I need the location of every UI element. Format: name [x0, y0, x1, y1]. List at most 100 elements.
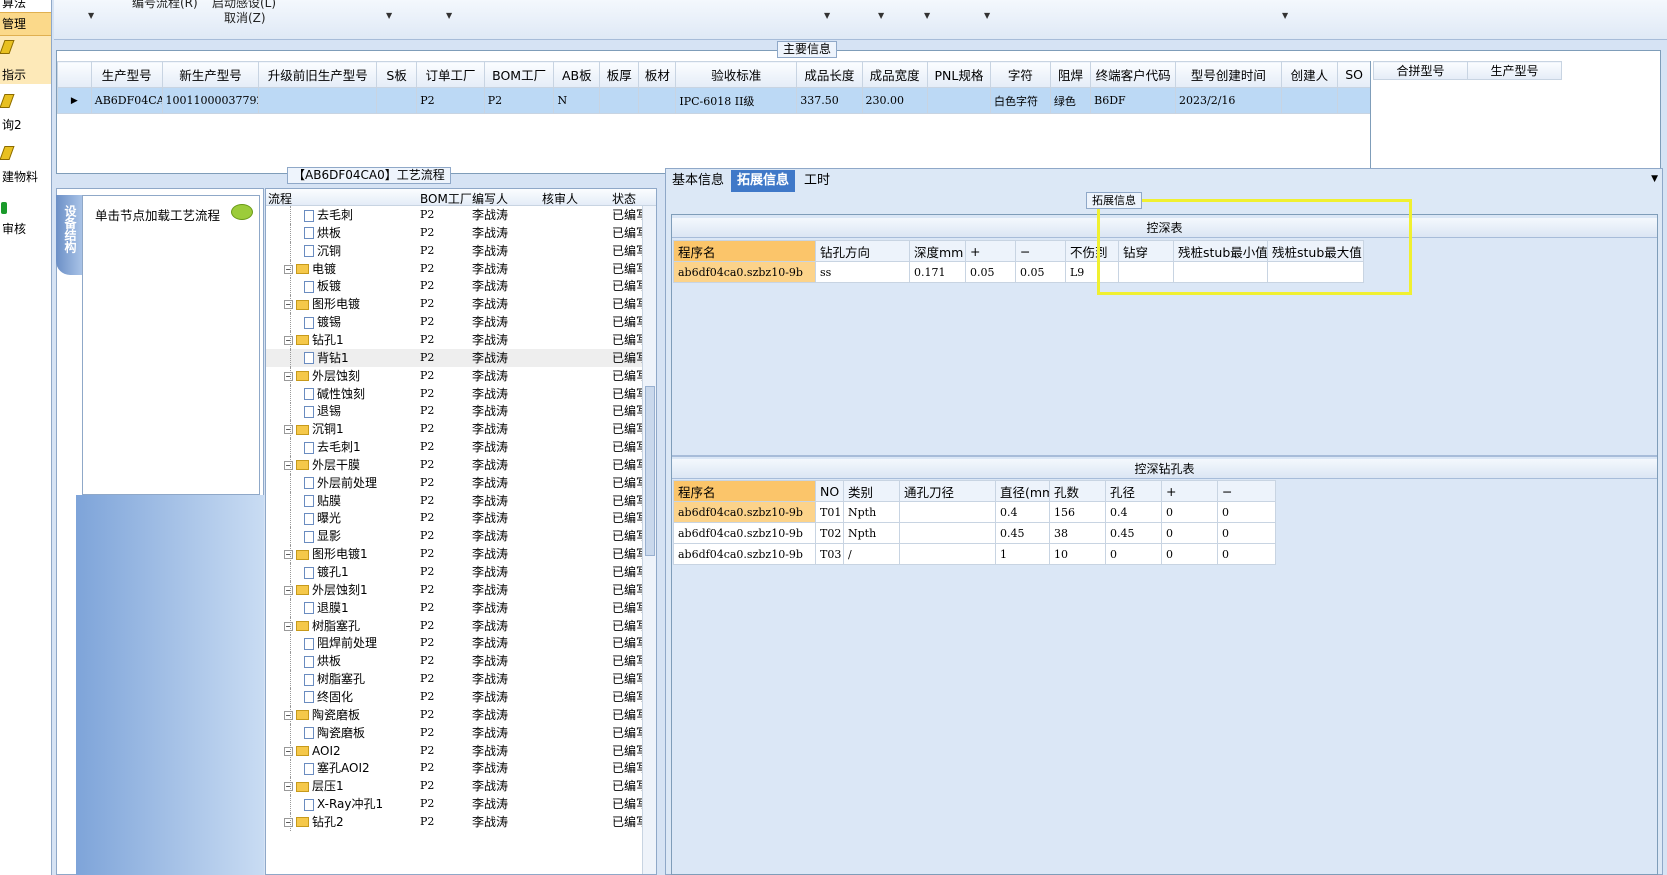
- table-cell[interactable]: [638, 87, 677, 114]
- dropdown-arrow-icon[interactable]: ▼: [88, 11, 94, 20]
- tree-node[interactable]: − 层压1 P2 李战涛 已编写: [266, 777, 656, 796]
- col-header[interactable]: 板厚: [599, 61, 640, 88]
- tree-node[interactable]: − 电镀 P2 李战涛 已编写: [266, 259, 656, 278]
- nav-item-review[interactable]: 审核: [0, 200, 51, 238]
- dropdown-arrow-icon[interactable]: ▼: [924, 11, 930, 20]
- tree-node[interactable]: − 外层蚀刻1 P2 李战涛 已编写: [266, 580, 656, 599]
- table-cell[interactable]: [899, 501, 996, 523]
- col-header[interactable]: SO: [1337, 61, 1371, 88]
- table-cell[interactable]: ab6df04ca0.szbz10-9b: [673, 501, 816, 523]
- dropdown-arrow-icon[interactable]: ▼: [878, 11, 884, 20]
- tree-node[interactable]: 镀孔1 P2 李战涛 已编写: [266, 563, 656, 581]
- table-cell[interactable]: ab6df04ca0.szbz10-9b: [673, 522, 816, 544]
- table-cell[interactable]: [599, 87, 640, 114]
- col-header[interactable]: BOM工厂: [483, 61, 555, 88]
- toolbar-item-cancel[interactable]: 取消(Z): [224, 9, 266, 26]
- tree-node[interactable]: 镀锡 P2 李战涛 已编写: [266, 313, 656, 332]
- tree-node[interactable]: 树脂塞孔 P2 李战涛 已编写: [266, 670, 656, 689]
- nav-item-management[interactable]: 管理: [0, 12, 51, 36]
- col-header[interactable]: 终端客户代码: [1090, 61, 1177, 88]
- tree-node[interactable]: − 沉铜1 P2 李战涛 已编写: [266, 420, 656, 439]
- table-cell[interactable]: 0.4: [1105, 501, 1162, 523]
- collapse-icon[interactable]: −: [284, 264, 293, 274]
- col-header[interactable]: 验收标准: [675, 61, 798, 88]
- table-row[interactable]: ab6df04ca0.szbz10-9b T03/1 10 0 0 0: [673, 543, 1276, 565]
- tab-menu-arrow-icon[interactable]: ▼: [1651, 174, 1658, 184]
- nav-item-query2[interactable]: 询2: [0, 92, 51, 134]
- tree-node[interactable]: 背钻1 P2 李战涛 已编写: [266, 348, 656, 367]
- tree-node[interactable]: 外层前处理 P2 李战涛 已编写: [266, 473, 656, 492]
- col-header[interactable]: NO: [815, 480, 844, 502]
- col-header[interactable]: 生产型号: [90, 61, 163, 88]
- table-cell[interactable]: 0.171: [909, 261, 966, 283]
- table-cell[interactable]: P2: [416, 87, 485, 114]
- table-cell[interactable]: /: [843, 543, 900, 565]
- tab-work-hours[interactable]: 工时: [798, 170, 836, 192]
- col-header[interactable]: +: [965, 240, 1016, 262]
- table-cell[interactable]: 0: [1105, 543, 1162, 565]
- table-cell[interactable]: 0.4: [995, 501, 1050, 523]
- device-structure-tab[interactable]: 设备结构: [56, 195, 82, 275]
- col-header[interactable]: 类别: [843, 480, 900, 502]
- table-row[interactable]: ab6df04ca0.szbz10-9b T02 Npth 0.45 38 0.45 0 0: [673, 522, 1276, 544]
- table-cell[interactable]: [375, 87, 418, 114]
- table-row[interactable]: ab6df04ca0.szbz10-9b T01 Npth 0.4 156 0.4 0 0: [673, 501, 1276, 523]
- tree-node[interactable]: 贴膜 P2 李战涛 已编写: [266, 491, 656, 510]
- tree-node[interactable]: 碱性蚀刻 P2 李战涛 已编写: [266, 384, 656, 403]
- collapse-icon[interactable]: −: [284, 300, 293, 310]
- table-cell[interactable]: ss: [815, 261, 910, 283]
- table-cell[interactable]: T03: [815, 543, 844, 565]
- table-cell[interactable]: 0: [1161, 543, 1218, 565]
- toolbar-item-numbering[interactable]: 编号流程(R): [132, 0, 198, 11]
- table-cell[interactable]: 156: [1049, 501, 1106, 523]
- tree-node[interactable]: 显影 P2 李战涛 已编写: [266, 527, 656, 546]
- tree-node[interactable]: X-Ray冲孔1 P2 李战涛 已编写: [266, 795, 656, 814]
- table-cell[interactable]: 2023/2/16: [1175, 87, 1282, 114]
- table-cell[interactable]: 1: [995, 543, 1050, 565]
- tree-node[interactable]: 沉铜 P2 李战涛 已编写: [266, 241, 656, 260]
- table-cell[interactable]: 0: [1217, 522, 1276, 544]
- table-cell[interactable]: 0: [1217, 543, 1276, 565]
- nav-item-instruction[interactable]: 指示: [0, 36, 51, 84]
- tab-basic-info[interactable]: 基本信息: [666, 170, 730, 192]
- col-header-status[interactable]: 状态: [612, 190, 636, 207]
- table-cell[interactable]: 337.50: [796, 87, 863, 114]
- collapse-icon[interactable]: −: [284, 746, 293, 756]
- table-cell[interactable]: P2: [483, 87, 555, 114]
- collapse-icon[interactable]: −: [284, 710, 293, 720]
- table-cell[interactable]: 绿色: [1049, 87, 1092, 114]
- collapse-icon[interactable]: −: [284, 585, 293, 595]
- col-header[interactable]: 程序名: [673, 240, 816, 262]
- col-header[interactable]: 字符: [989, 61, 1051, 88]
- col-header[interactable]: 钻孔方向: [815, 240, 910, 262]
- tree-node[interactable]: − 钻孔1 P2 李战涛 已编写: [266, 330, 656, 349]
- nav-item-0[interactable]: 算法: [2, 0, 51, 10]
- table-cell[interactable]: [899, 543, 996, 565]
- collapse-icon[interactable]: −: [284, 425, 293, 435]
- table-cell[interactable]: 白色字符: [989, 87, 1051, 114]
- tree-node[interactable]: − 图形电镀 P2 李战涛 已编写: [266, 295, 656, 314]
- col-header[interactable]: PNL规格: [926, 61, 991, 88]
- dropdown-arrow-icon[interactable]: ▼: [824, 11, 830, 20]
- tree-node[interactable]: − 图形电镀1 P2 李战涛 已编写: [266, 545, 656, 564]
- col-header[interactable]: 通孔刀径: [899, 480, 996, 502]
- col-header[interactable]: 成品长度: [796, 61, 863, 88]
- col-header[interactable]: 成品宽度: [861, 61, 928, 88]
- dropdown-arrow-icon[interactable]: ▼: [446, 11, 452, 20]
- tree-node[interactable]: 塞孔AOI2 P2 李战涛 已编写: [266, 759, 656, 778]
- table-cell[interactable]: B6DF: [1090, 87, 1177, 114]
- table-row-selected[interactable]: ▶AB6DF04CA010011000037792P2P2NIPC-6018 I…: [57, 87, 1371, 114]
- scrollbar-thumb[interactable]: [645, 386, 655, 556]
- table-cell[interactable]: 0.05: [965, 261, 1016, 283]
- col-header-reviewer[interactable]: 核审人: [542, 190, 578, 207]
- table-cell[interactable]: IPC-6018 II级: [675, 87, 798, 114]
- table-cell[interactable]: Npth: [843, 501, 900, 523]
- tree-node[interactable]: 板镀 P2 李战涛 已编写: [266, 277, 656, 296]
- tree-node[interactable]: − 树脂塞孔 P2 李战涛 已编写: [266, 616, 656, 635]
- tree-node[interactable]: − 陶瓷磨板 P2 李战涛 已编写: [266, 705, 656, 724]
- col-header[interactable]: 程序名: [673, 480, 816, 502]
- table-cell[interactable]: [899, 522, 996, 544]
- col-header[interactable]: 直径(mm): [995, 480, 1050, 502]
- col-header[interactable]: 升级前旧生产型号: [258, 61, 377, 88]
- collapse-icon[interactable]: −: [284, 371, 293, 381]
